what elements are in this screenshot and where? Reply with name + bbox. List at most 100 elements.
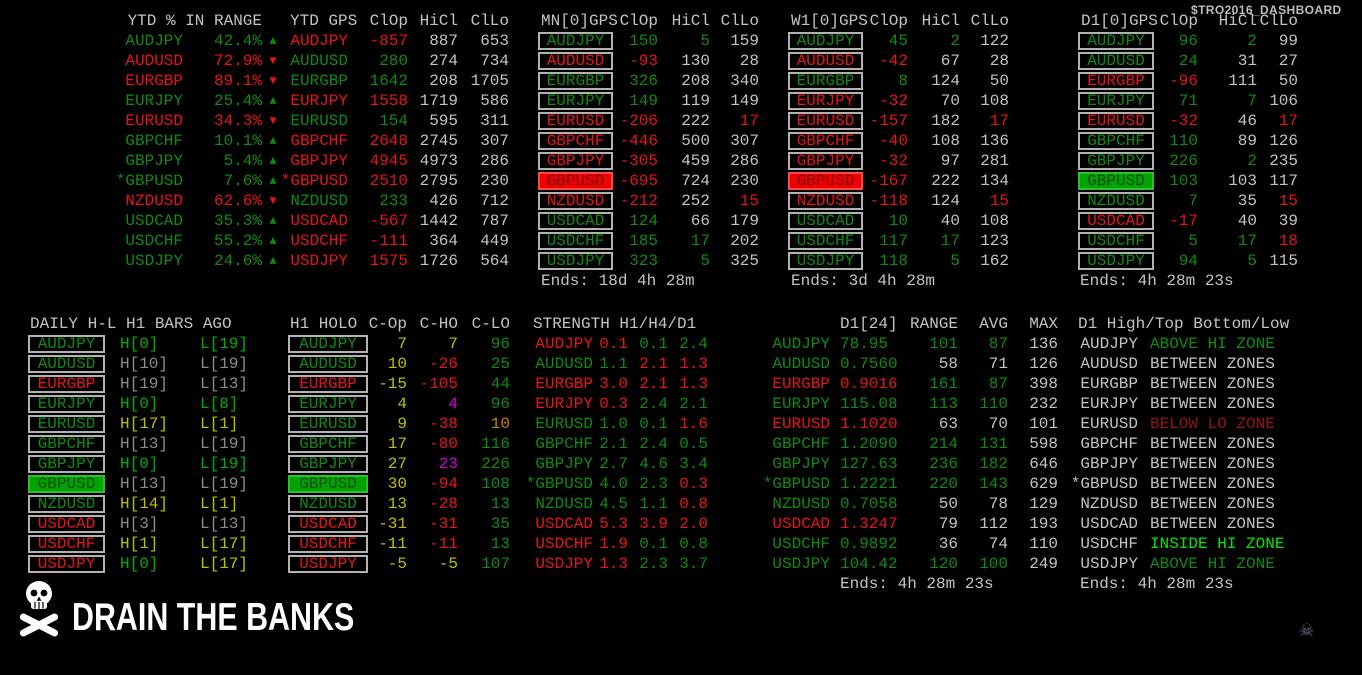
symbol-button[interactable]: EURGBP	[1078, 72, 1154, 90]
symbol-button[interactable]: USDJPY	[28, 555, 105, 573]
symbol-button[interactable]: GBPCHF	[28, 435, 105, 453]
symbol-button[interactable]: AUDUSD	[28, 355, 105, 373]
value-cell: -167	[869, 172, 908, 190]
symbol-button[interactable]: USDCHF	[538, 232, 613, 250]
high-bars-cell: H[0]	[120, 335, 159, 353]
symbol-button[interactable]: NZDUSD	[788, 192, 863, 210]
symbol-button[interactable]: USDCAD	[538, 212, 613, 230]
symbol-button[interactable]: AUDJPY	[288, 335, 368, 353]
symbol-button[interactable]: GBPCHF	[788, 132, 863, 150]
symbol-button[interactable]: EURGBP	[788, 72, 863, 90]
high-bars-cell: H[0]	[120, 455, 159, 473]
table-row: USDCHF 1.9 0.1 0.8	[523, 534, 708, 554]
value-cell: 5.3	[599, 515, 628, 533]
symbol-button[interactable]: EURUSD	[288, 415, 368, 433]
table-row: USDJPY H[0] L[17]	[28, 554, 260, 574]
value-cell: 0.8	[679, 535, 708, 553]
table-row: EURJPY 71 7 106	[1078, 91, 1298, 111]
symbol-button[interactable]: GBPUSD	[288, 475, 368, 493]
value-cell: 17	[940, 232, 960, 250]
price-cell: 1.3247	[840, 515, 898, 533]
symbol-button[interactable]: GBPUSD	[28, 475, 105, 493]
symbol-button[interactable]: AUDJPY	[1078, 32, 1154, 50]
symbol-button[interactable]: NZDUSD	[28, 495, 105, 513]
symbol-button[interactable]: EURJPY	[538, 92, 613, 110]
value-cell: -40	[879, 132, 908, 150]
symbol-button[interactable]: AUDJPY	[788, 32, 863, 50]
symbol-button[interactable]: USDCHF	[1078, 232, 1154, 250]
value-cell: -118	[869, 192, 908, 210]
symbol-button[interactable]: EURUSD	[28, 415, 105, 433]
symbol-button[interactable]: GBPUSD	[1078, 172, 1154, 190]
panel-d1-zones: D1 High/Top Bottom/Low AUDJPY ABOVE HI ZON…	[1070, 314, 1320, 594]
low-bars-cell: L[19]	[200, 435, 249, 453]
symbol-button[interactable]: EURUSD	[538, 112, 613, 130]
symbol-button[interactable]: AUDUSD	[788, 52, 863, 70]
symbol-button[interactable]: EURJPY	[28, 395, 105, 413]
symbol-button[interactable]: EURGBP	[28, 375, 105, 393]
symbol-button[interactable]: AUDUSD	[1078, 52, 1154, 70]
symbol-label: NZDUSD	[772, 495, 830, 513]
value-cell: -26	[429, 355, 458, 373]
symbol-button[interactable]: USDCAD	[288, 515, 368, 533]
table-row: YTD % IN RANGE	[96, 11, 284, 31]
table-row: GBPCHF 110 89 126	[1078, 131, 1298, 151]
symbol-button[interactable]: USDCAD	[788, 212, 863, 230]
value-cell: 103	[1228, 172, 1257, 190]
symbol-button[interactable]: GBPJPY	[788, 152, 863, 170]
symbol-button[interactable]: USDCHF	[788, 232, 863, 250]
symbol-button[interactable]: NZDUSD	[1078, 192, 1154, 210]
symbol-button[interactable]: EURJPY	[288, 395, 368, 413]
symbol-button[interactable]: AUDJPY	[538, 32, 613, 50]
column-header: ClOp	[619, 12, 658, 30]
value-cell: 97	[940, 152, 960, 170]
value-cell: 2.7	[599, 455, 628, 473]
symbol-button[interactable]: NZDUSD	[538, 192, 613, 210]
table-row: GBPJPY 4945 4973 286	[280, 151, 509, 171]
symbol-button[interactable]: USDCAD	[1078, 212, 1154, 230]
symbol-button[interactable]: GBPUSD	[788, 172, 863, 190]
column-header: ClLo	[970, 12, 1009, 30]
symbol-button[interactable]: GBPCHF	[538, 132, 613, 150]
symbol-button[interactable]: EURUSD	[1078, 112, 1154, 130]
symbol-button[interactable]: GBPCHF	[288, 435, 368, 453]
value-cell: 17	[739, 112, 759, 130]
value-cell: 28	[739, 52, 759, 70]
value-cell: 101	[929, 335, 958, 353]
symbol-button[interactable]: GBPCHF	[1078, 132, 1154, 150]
symbol-button[interactable]: GBPJPY	[28, 455, 105, 473]
symbol-button[interactable]: USDJPY	[788, 252, 863, 270]
column-header: D1[24]	[840, 315, 898, 333]
symbol-button[interactable]: GBPJPY	[538, 152, 613, 170]
table-row: GBPJPY H[0] L[19]	[28, 454, 260, 474]
symbol-button[interactable]: EURGBP	[538, 72, 613, 90]
symbol-button[interactable]: AUDUSD	[538, 52, 613, 70]
symbol-button[interactable]: EURUSD	[788, 112, 863, 130]
value-cell: 5	[950, 252, 960, 270]
symbol-button[interactable]: EURJPY	[1078, 92, 1154, 110]
value-cell: 108	[980, 92, 1009, 110]
value-cell: 3.9	[639, 515, 668, 533]
symbol-button[interactable]: GBPUSD	[538, 172, 613, 190]
symbol-button[interactable]: EURGBP	[288, 375, 368, 393]
symbol-button[interactable]: GBPJPY	[288, 455, 368, 473]
value-cell: 230	[480, 172, 509, 190]
symbol-button[interactable]: AUDJPY	[28, 335, 105, 353]
symbol-button[interactable]: USDCHF	[288, 535, 368, 553]
symbol-button[interactable]: USDCHF	[28, 535, 105, 553]
value-cell: 34.3%	[213, 112, 262, 130]
symbol-button[interactable]: GBPJPY	[1078, 152, 1154, 170]
symbol-button[interactable]: AUDUSD	[288, 355, 368, 373]
value-cell: 24	[1178, 52, 1198, 70]
value-cell: 94	[1178, 252, 1198, 270]
symbol-button[interactable]: USDJPY	[288, 555, 368, 573]
symbol-button[interactable]: NZDUSD	[288, 495, 368, 513]
value-cell: 787	[480, 212, 509, 230]
symbol-button[interactable]: USDCAD	[28, 515, 105, 533]
value-cell: 220	[929, 475, 958, 493]
symbol-button[interactable]: USDJPY	[1078, 252, 1154, 270]
symbol-button[interactable]: EURJPY	[788, 92, 863, 110]
symbol-button[interactable]: USDJPY	[538, 252, 613, 270]
symbol-label: AUDUSD	[772, 355, 830, 373]
value-cell: 4	[448, 395, 458, 413]
